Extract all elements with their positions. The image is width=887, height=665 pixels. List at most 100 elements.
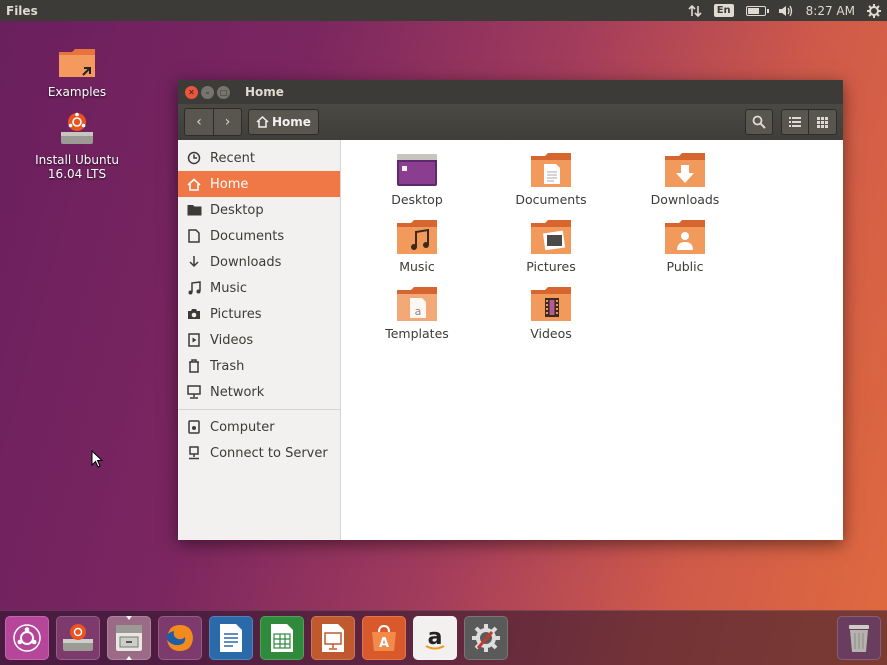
- desktop-icon-label: Install Ubuntu 16.04 LTS: [35, 153, 119, 181]
- music-icon: [186, 280, 202, 296]
- sidebar-item-label: Connect to Server: [210, 445, 328, 461]
- chevron-right-icon: ›: [224, 114, 231, 130]
- running-indicator: [126, 616, 132, 620]
- file-item-label: Music: [399, 259, 435, 274]
- file-item-label: Videos: [530, 326, 572, 341]
- window-titlebar[interactable]: ✕ – □ Home: [178, 80, 843, 104]
- svg-text:A: A: [379, 636, 389, 651]
- sidebar-item-downloads[interactable]: Downloads: [178, 249, 340, 275]
- file-item-label: Pictures: [526, 259, 576, 274]
- calc-icon: [271, 624, 293, 652]
- sidebar-item-label: Documents: [210, 228, 285, 244]
- amazon-icon: a: [425, 625, 445, 650]
- sidebar-item-connect-to-server[interactable]: Connect to Server: [178, 440, 340, 466]
- public-folder-icon: [664, 219, 706, 255]
- volume-icon[interactable]: [778, 0, 794, 21]
- sidebar-item-computer[interactable]: Computer: [178, 414, 340, 440]
- sidebar-item-videos[interactable]: Videos: [178, 327, 340, 353]
- grid-view-button[interactable]: [809, 109, 837, 135]
- file-item-label: Desktop: [391, 192, 443, 207]
- ubuntu-logo-icon: [13, 624, 41, 652]
- sidebar-item-trash[interactable]: Trash: [178, 353, 340, 379]
- view-toggle-group: [781, 109, 837, 135]
- file-item-music[interactable]: Music: [362, 219, 472, 274]
- places-sidebar: Recent Home Desktop Documents Downloads …: [178, 140, 341, 540]
- download-icon: [186, 254, 202, 270]
- sidebar-item-label: Music: [210, 280, 247, 296]
- launcher-ubuntu-software[interactable]: A: [362, 616, 406, 660]
- launcher-bar: A a: [0, 610, 887, 665]
- sidebar-item-label: Network: [210, 384, 265, 400]
- desktop-folder-icon: [396, 152, 438, 188]
- file-item-desktop[interactable]: Desktop: [362, 152, 472, 207]
- svg-text:a: a: [428, 625, 443, 650]
- launcher-files[interactable]: [107, 616, 151, 660]
- launcher-firefox[interactable]: [158, 616, 202, 660]
- sidebar-item-label: Trash: [210, 358, 245, 374]
- file-item-label: Public: [666, 259, 704, 274]
- installer-icon: [63, 624, 93, 651]
- battery-level: [747, 7, 759, 14]
- keyboard-layout-label: En: [713, 4, 734, 17]
- desktop-icon-install-ubuntu[interactable]: Install Ubuntu 16.04 LTS: [27, 110, 127, 181]
- file-item-label: Documents: [515, 192, 587, 207]
- launcher-amazon[interactable]: a: [413, 616, 457, 660]
- battery-icon[interactable]: [745, 0, 769, 21]
- file-item-documents[interactable]: Documents: [496, 152, 606, 207]
- launcher-libreoffice-writer[interactable]: [209, 616, 253, 660]
- file-item-public[interactable]: Public: [630, 219, 740, 274]
- launcher-trash[interactable]: [837, 616, 881, 660]
- file-item-downloads[interactable]: Downloads: [630, 152, 740, 207]
- keyboard-layout-indicator[interactable]: En: [713, 0, 734, 21]
- sidebar-item-recent[interactable]: Recent: [178, 145, 340, 171]
- path-bar-home-button[interactable]: Home: [248, 109, 319, 135]
- file-item-videos[interactable]: Videos: [496, 286, 606, 341]
- installer-icon: [57, 110, 97, 150]
- forward-button[interactable]: ›: [213, 109, 241, 135]
- desktop-icon-label: Examples: [47, 85, 107, 99]
- close-window-button[interactable]: ✕: [185, 85, 198, 99]
- settings-icon: [472, 624, 500, 652]
- trash-icon: [186, 358, 202, 374]
- maximize-window-button[interactable]: □: [217, 85, 230, 99]
- video-icon: [186, 332, 202, 348]
- folder-icon: [186, 202, 202, 218]
- launcher-libreoffice-calc[interactable]: [260, 616, 304, 660]
- sidebar-item-label: Home: [210, 176, 249, 192]
- launcher-ubuntu-dash[interactable]: [5, 616, 49, 660]
- gear-icon[interactable]: [867, 0, 881, 21]
- documents-folder-icon: [530, 152, 572, 188]
- file-item-templates[interactable]: a Templates: [362, 286, 472, 341]
- minimize-window-button[interactable]: –: [201, 85, 214, 99]
- clock[interactable]: 8:27 AM: [806, 0, 855, 21]
- sidebar-item-documents[interactable]: Documents: [178, 223, 340, 249]
- network-icon: [186, 384, 202, 400]
- list-view-icon: [789, 117, 801, 127]
- desktop-icon-examples[interactable]: Examples: [27, 42, 127, 99]
- launcher-libreoffice-impress[interactable]: [311, 616, 355, 660]
- sidebar-item-music[interactable]: Music: [178, 275, 340, 301]
- top-panel: Files En 8:27 AM: [0, 0, 887, 21]
- search-icon: [752, 115, 766, 129]
- firefox-icon: [167, 625, 193, 651]
- sidebar-item-home[interactable]: Home: [178, 171, 340, 197]
- file-item-pictures[interactable]: Pictures: [496, 219, 606, 274]
- launcher-install-ubuntu[interactable]: [56, 616, 100, 660]
- templates-folder-icon: a: [396, 286, 438, 322]
- sidebar-item-network[interactable]: Network: [178, 379, 340, 405]
- list-view-button[interactable]: [781, 109, 809, 135]
- server-icon: [186, 445, 202, 461]
- downloads-folder-icon: [664, 152, 706, 188]
- sidebar-item-desktop[interactable]: Desktop: [178, 197, 340, 223]
- file-view: Desktop Documents Downloads Music Pictur…: [341, 140, 843, 540]
- writer-icon: [220, 624, 242, 652]
- back-button[interactable]: ‹: [185, 109, 213, 135]
- toolbar: ‹ › Home: [178, 104, 843, 140]
- sidebar-item-pictures[interactable]: Pictures: [178, 301, 340, 327]
- network-transfer-icon[interactable]: [688, 0, 702, 21]
- search-button[interactable]: [745, 109, 773, 135]
- running-indicator: [126, 656, 132, 660]
- pictures-folder-icon: [530, 219, 572, 255]
- launcher-system-settings[interactable]: [464, 616, 508, 660]
- music-folder-icon: [396, 219, 438, 255]
